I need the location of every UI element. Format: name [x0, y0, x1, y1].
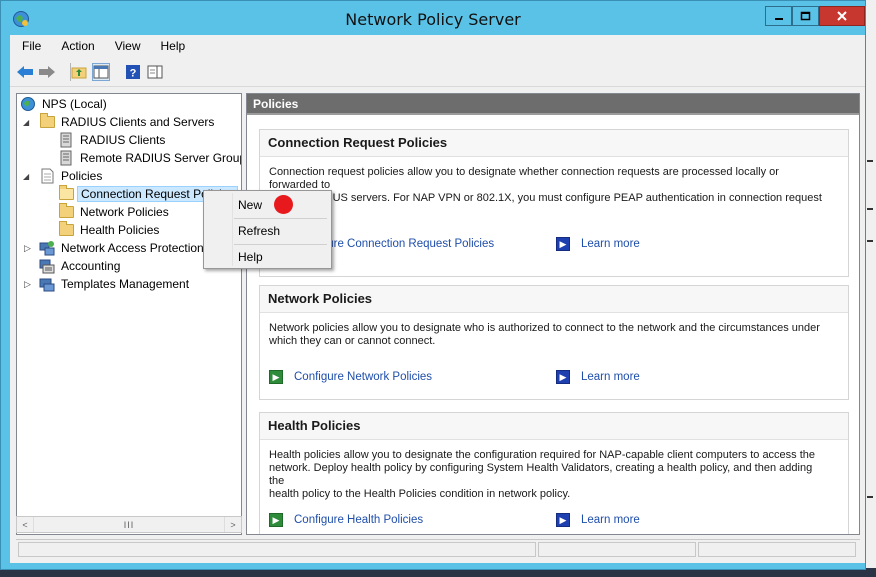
scroll-grip-icon[interactable]: III	[124, 520, 135, 530]
click-marker-dot	[274, 195, 293, 214]
server-icon	[58, 150, 74, 166]
tree-item-nps-local[interactable]: NPS (Local)	[20, 95, 110, 113]
configure-health-policies-link[interactable]: ▶ Configure Health Policies	[269, 513, 423, 527]
folder-up-icon	[71, 67, 87, 79]
pane-header-underline	[247, 113, 859, 115]
svg-text:?: ?	[130, 68, 137, 80]
folder-icon	[39, 113, 55, 130]
section-description: Network policies allow you to designate …	[269, 322, 820, 347]
background-desktop-strip	[865, 0, 876, 577]
tree-item-policies[interactable]: Policies	[39, 167, 105, 185]
scroll-left-icon[interactable]: <	[17, 517, 34, 532]
menu-bar: File Action View Help	[10, 35, 865, 57]
tree-item-radius-clients[interactable]: RADIUS Clients	[58, 131, 168, 149]
forward-arrow-icon	[39, 66, 55, 78]
toolbar: ?	[10, 57, 865, 87]
section-health-policies: Health Policies Health policies allow yo…	[259, 412, 849, 534]
desktop-mark	[867, 240, 873, 242]
open-folder-icon	[58, 185, 74, 202]
tree-horizontal-scrollbar[interactable]: < III >	[16, 516, 242, 533]
console-tree: NPS (Local) ◢ RADIUS Clients and Servers…	[16, 93, 242, 535]
tree-item-accounting[interactable]: Accounting	[39, 257, 123, 275]
help-icon: ?	[126, 65, 140, 80]
menu-view[interactable]: View	[103, 35, 149, 57]
forward-button[interactable]	[38, 63, 56, 81]
learn-more-link[interactable]: ▶ Learn more	[556, 513, 640, 527]
arrow-right-icon: ▶	[556, 513, 570, 527]
arrow-right-icon: ▶	[269, 370, 283, 384]
context-menu-new[interactable]: New	[206, 193, 329, 217]
collapse-icon[interactable]: ◢	[23, 172, 29, 181]
section-network-policies: Network Policies Network policies allow …	[259, 285, 849, 400]
arrow-right-icon: ▶	[556, 237, 570, 251]
folder-icon	[58, 221, 74, 238]
status-pane	[18, 542, 536, 557]
context-menu-refresh[interactable]: Refresh	[206, 219, 329, 243]
tree-item-templates-management[interactable]: Templates Management	[39, 275, 192, 293]
window-title: Network Policy Server	[345, 10, 521, 29]
arrow-right-icon: ▶	[269, 513, 283, 527]
server-icon	[58, 132, 74, 148]
nps-window: Network Policy Server File Action View H…	[0, 0, 866, 570]
scroll-right-icon[interactable]: >	[223, 517, 241, 532]
console-tree-icon	[93, 65, 109, 79]
folder-icon	[58, 203, 74, 220]
desktop-mark	[867, 208, 873, 210]
back-arrow-icon	[17, 66, 33, 78]
menu-action[interactable]: Action	[49, 35, 102, 57]
minimize-button[interactable]	[765, 6, 792, 26]
action-pane-icon	[147, 65, 163, 79]
help-button[interactable]: ?	[124, 63, 142, 81]
details-pane: Policies Connection Request Policies Con…	[246, 93, 860, 535]
templates-icon	[39, 276, 55, 292]
section-description: Connection request policies allow you to…	[269, 166, 822, 204]
title-bar[interactable]: Network Policy Server	[1, 1, 865, 35]
desktop-mark	[867, 160, 873, 162]
context-menu: New Refresh Help	[203, 190, 332, 269]
learn-more-link[interactable]: ▶ Learn more	[556, 370, 640, 384]
section-connection-request-policies: Connection Request Policies Connection r…	[259, 129, 849, 277]
nps-globe-icon	[20, 96, 36, 112]
client-area: NPS (Local) ◢ RADIUS Clients and Servers…	[10, 87, 865, 563]
document-icon	[39, 168, 55, 184]
status-bar	[16, 539, 860, 558]
tree-item-health-policies[interactable]: Health Policies	[58, 221, 162, 239]
section-title: Connection Request Policies	[260, 130, 848, 157]
show-hide-console-tree-button[interactable]	[92, 63, 110, 81]
learn-more-link[interactable]: ▶ Learn more	[556, 237, 640, 251]
show-hide-action-pane-button[interactable]	[146, 63, 164, 81]
section-title: Health Policies	[260, 413, 848, 440]
tree-item-network-policies[interactable]: Network Policies	[58, 203, 172, 221]
expand-icon[interactable]: ▷	[24, 279, 31, 290]
tree-item-radius-clients-and-servers[interactable]: RADIUS Clients and Servers	[39, 113, 217, 131]
section-description: Health policies allow you to designate t…	[269, 449, 816, 500]
menu-file[interactable]: File	[10, 35, 49, 57]
pane-header: Policies	[247, 94, 859, 113]
arrow-right-icon: ▶	[556, 370, 570, 384]
tree-item-remote-radius-server-groups[interactable]: Remote RADIUS Server Groups	[58, 149, 241, 167]
expand-icon[interactable]: ▷	[24, 243, 31, 254]
tree-item-network-access-protection[interactable]: Network Access Protection	[39, 239, 207, 257]
close-button[interactable]	[819, 6, 865, 26]
close-icon	[837, 11, 847, 21]
configure-network-policies-link[interactable]: ▶ Configure Network Policies	[269, 370, 432, 384]
context-menu-help[interactable]: Help	[206, 245, 329, 269]
section-title: Network Policies	[260, 286, 848, 313]
status-pane	[538, 542, 696, 557]
collapse-icon[interactable]: ◢	[23, 118, 29, 127]
back-button[interactable]	[16, 63, 34, 81]
network-protection-icon	[39, 240, 55, 256]
status-pane	[698, 542, 856, 557]
accounting-icon	[39, 258, 55, 274]
desktop-mark	[867, 496, 873, 498]
maximize-button[interactable]	[792, 6, 819, 26]
menu-help[interactable]: Help	[149, 35, 194, 57]
up-one-level-button[interactable]	[70, 63, 88, 81]
